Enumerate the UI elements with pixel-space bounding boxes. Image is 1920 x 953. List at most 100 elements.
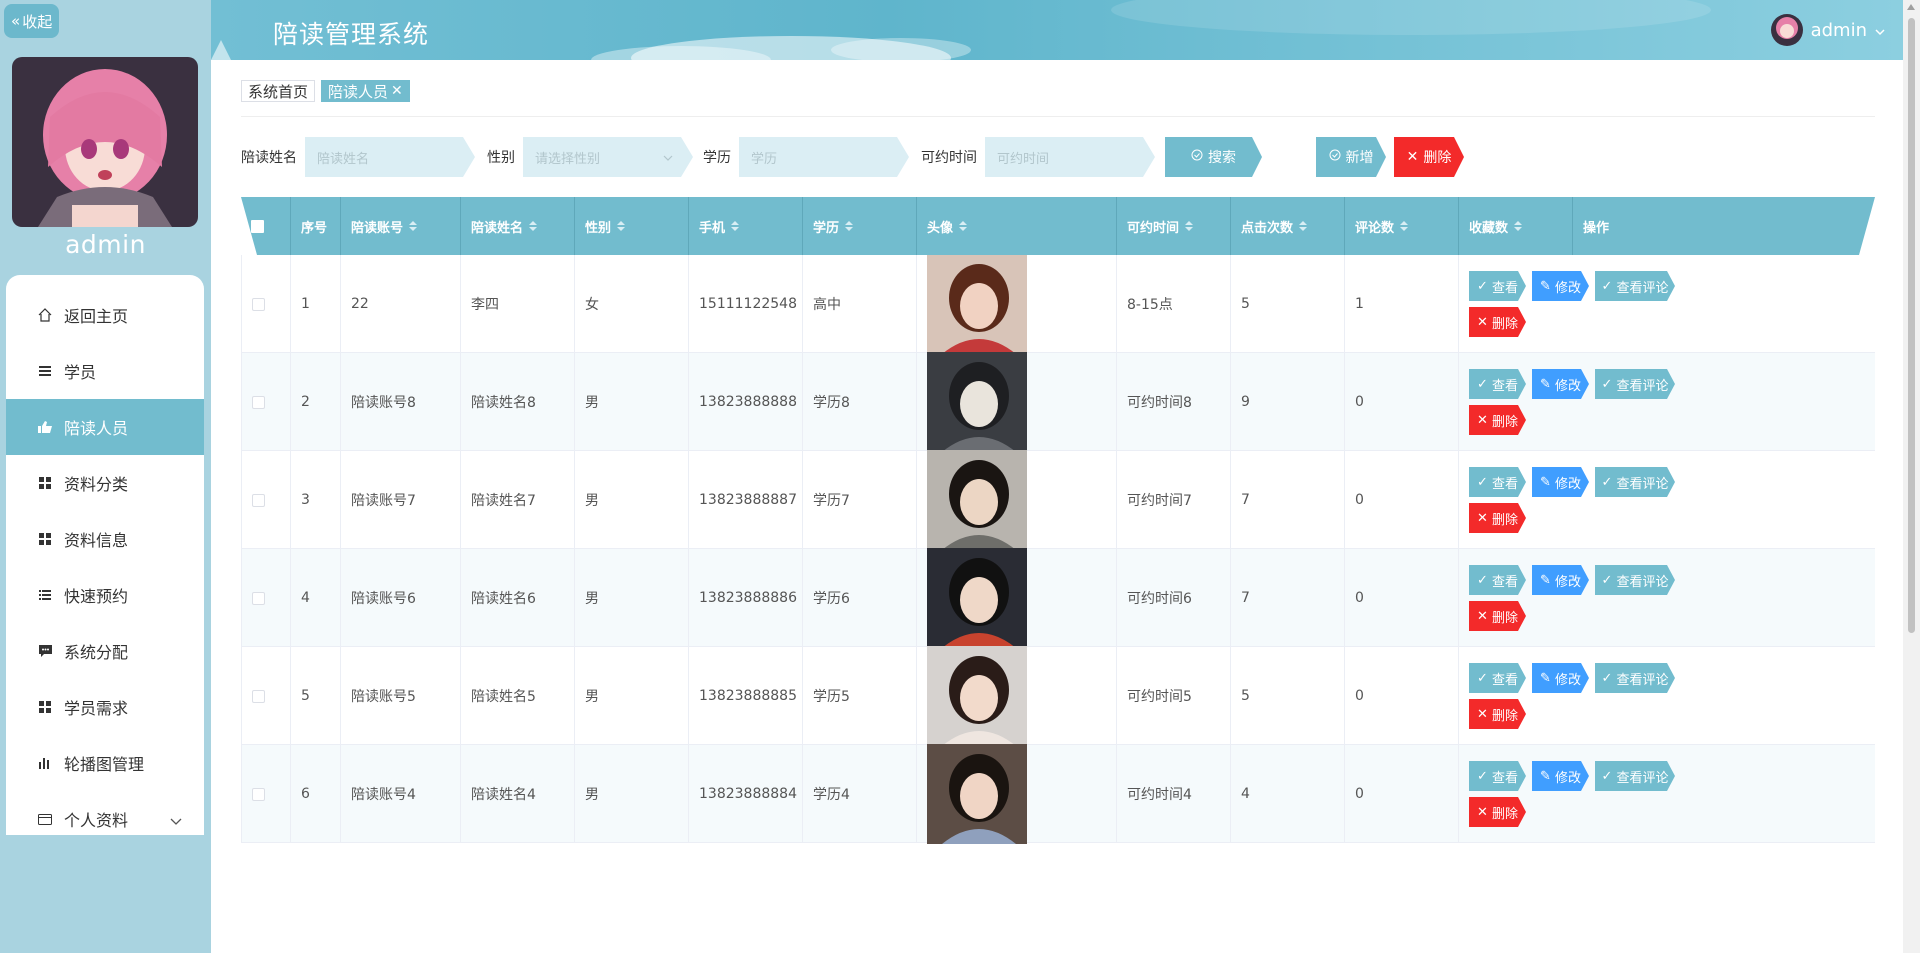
view-comments-button[interactable]: ✓ 查看评论 bbox=[1595, 761, 1675, 791]
row-checkbox[interactable] bbox=[252, 689, 265, 703]
sidebar-item-students[interactable]: 学员 bbox=[6, 343, 204, 399]
user-menu[interactable]: admin bbox=[1770, 14, 1885, 46]
col-header[interactable]: 性别 bbox=[575, 197, 689, 255]
cell-value: 可约时间4 bbox=[1127, 787, 1192, 803]
tag-home[interactable]: 系统首页 bbox=[241, 80, 316, 102]
sidebar-item-system-assign[interactable]: 系统分配 bbox=[6, 623, 204, 679]
delete-button[interactable]: ✕ 删除 bbox=[1469, 601, 1526, 631]
col-header[interactable]: 点击次数 bbox=[1231, 197, 1345, 255]
col-header[interactable]: 评论数 bbox=[1345, 197, 1459, 255]
delete-button[interactable]: ✕ 删除 bbox=[1469, 797, 1526, 827]
edit-button[interactable]: ✎ 修改 bbox=[1532, 271, 1589, 301]
sidebar-item-home[interactable]: 返回主页 bbox=[6, 287, 204, 343]
view-button[interactable]: ✓ 查看 bbox=[1469, 271, 1526, 301]
delete-button[interactable]: ✕ 删除 bbox=[1469, 503, 1526, 533]
view-button[interactable]: ✓ 查看 bbox=[1469, 565, 1526, 595]
sort-icon[interactable] bbox=[617, 221, 625, 231]
view-comments-button[interactable]: ✓ 查看评论 bbox=[1595, 271, 1675, 301]
sort-icon[interactable] bbox=[409, 221, 417, 231]
edit-icon: ✎ bbox=[1540, 376, 1551, 392]
col-header[interactable]: 收藏数 bbox=[1459, 197, 1573, 255]
col-header[interactable]: 陪读姓名 bbox=[461, 197, 575, 255]
cell-phone: 13823888884 bbox=[689, 745, 803, 843]
sidebar-item-companions[interactable]: 陪读人员 bbox=[6, 399, 204, 455]
edit-button[interactable]: ✎ 修改 bbox=[1532, 761, 1589, 791]
row-checkbox[interactable] bbox=[252, 395, 265, 409]
view-button[interactable]: ✓ 查看 bbox=[1469, 663, 1526, 693]
view-button[interactable]: ✓ 查看 bbox=[1469, 369, 1526, 399]
view-comments-button[interactable]: ✓ 查看评论 bbox=[1595, 467, 1675, 497]
view-comments-button[interactable]: ✓ 查看评论 bbox=[1595, 369, 1675, 399]
delete-button[interactable]: ✕ 删除 bbox=[1469, 699, 1526, 729]
edit-button[interactable]: ✎ 修改 bbox=[1532, 369, 1589, 399]
collapse-button[interactable]: « 收起 bbox=[4, 4, 60, 38]
cell-account: 22 bbox=[341, 255, 461, 353]
sort-icon[interactable] bbox=[959, 221, 967, 231]
view-button[interactable]: ✓ 查看 bbox=[1469, 761, 1526, 791]
scroll-up-arrow-icon[interactable] bbox=[1907, 4, 1915, 10]
action-label: 修改 bbox=[1554, 574, 1581, 590]
select-all-cell[interactable] bbox=[241, 197, 291, 255]
sidebar-item-quick-booking[interactable]: 快速预约 bbox=[6, 567, 204, 623]
search-button[interactable]: 搜索 bbox=[1165, 137, 1262, 177]
close-icon: ✕ bbox=[1477, 608, 1488, 624]
sort-icon[interactable] bbox=[731, 221, 739, 231]
delete-button[interactable]: ✕ 删除 bbox=[1469, 405, 1526, 435]
col-header-label: 操作 bbox=[1583, 220, 1610, 236]
edu-input[interactable]: 学历 bbox=[739, 137, 909, 177]
col-header[interactable]: 手机 bbox=[689, 197, 803, 255]
scroll-thumb[interactable] bbox=[1908, 18, 1915, 633]
sort-icon[interactable] bbox=[1514, 221, 1522, 231]
sidebar-item-material-info[interactable]: 资料信息 bbox=[6, 511, 204, 567]
cell-value: 陪读账号8 bbox=[351, 395, 416, 411]
col-header[interactable]: 头像 bbox=[917, 197, 1117, 255]
sidebar-item-carousel[interactable]: 轮播图管理 bbox=[6, 735, 204, 791]
sort-icon[interactable] bbox=[1299, 221, 1307, 231]
row-checkbox[interactable] bbox=[252, 493, 265, 507]
gender-label: 性别 bbox=[487, 150, 515, 166]
bulk-delete-button[interactable]: ✕ 删除 bbox=[1394, 137, 1464, 177]
sidebar-item-profile[interactable]: 个人资料 bbox=[6, 791, 204, 847]
sort-icon[interactable] bbox=[845, 221, 853, 231]
row-checkbox[interactable] bbox=[252, 787, 265, 801]
col-header[interactable]: 学历 bbox=[803, 197, 917, 255]
name-input[interactable]: 陪读姓名 bbox=[305, 137, 475, 177]
cell-value: 女 bbox=[585, 297, 599, 313]
sidebar-item-student-needs[interactable]: 学员需求 bbox=[6, 679, 204, 735]
col-header[interactable]: 陪读账号 bbox=[341, 197, 461, 255]
cell-phone: 13823888887 bbox=[689, 451, 803, 549]
select-all-checkbox[interactable] bbox=[251, 220, 264, 233]
view-button[interactable]: ✓ 查看 bbox=[1469, 467, 1526, 497]
companion-photo bbox=[927, 744, 1027, 844]
page-scrollbar[interactable] bbox=[1903, 0, 1920, 953]
sort-icon[interactable] bbox=[529, 221, 537, 231]
delete-button[interactable]: ✕ 删除 bbox=[1469, 307, 1526, 337]
actions-cell: ✓ 查看 ✎ 修改 ✓ 查看评论 ✕ 删除 bbox=[1459, 549, 1757, 647]
view-comments-button[interactable]: ✓ 查看评论 bbox=[1595, 565, 1675, 595]
cell-clicks: 4 bbox=[1231, 745, 1345, 843]
time-input[interactable]: 可约时间 bbox=[985, 137, 1155, 177]
table-row: 5 陪读账号5 陪读姓名5 男 13823888885 学历5 可约时间5 5 0 ✓ 查看 ✎ 修改 ✓… bbox=[241, 646, 1875, 746]
row-checkbox[interactable] bbox=[252, 297, 265, 311]
sidebar-item-material-category[interactable]: 资料分类 bbox=[6, 455, 204, 511]
check-icon: ✓ bbox=[1477, 376, 1488, 392]
actions-cell: ✓ 查看 ✎ 修改 ✓ 查看评论 ✕ 删除 bbox=[1459, 647, 1757, 745]
row-checkbox[interactable] bbox=[252, 591, 265, 605]
sort-icon[interactable] bbox=[1400, 221, 1408, 231]
edit-icon: ✎ bbox=[1540, 474, 1551, 490]
add-button[interactable]: 新增 bbox=[1316, 137, 1386, 177]
view-comments-button[interactable]: ✓ 查看评论 bbox=[1595, 663, 1675, 693]
cell-gender: 男 bbox=[575, 353, 689, 451]
sort-icon[interactable] bbox=[1185, 221, 1193, 231]
cell-account: 陪读账号6 bbox=[341, 549, 461, 647]
edit-button[interactable]: ✎ 修改 bbox=[1532, 663, 1589, 693]
col-header[interactable]: 可约时间 bbox=[1117, 197, 1231, 255]
close-icon[interactable]: ✕ bbox=[391, 83, 403, 99]
cell-value: 0 bbox=[1355, 786, 1364, 802]
edit-button[interactable]: ✎ 修改 bbox=[1532, 565, 1589, 595]
tag-companions[interactable]: 陪读人员 ✕ bbox=[321, 80, 410, 102]
gender-select[interactable]: 请选择性别 bbox=[523, 137, 693, 177]
edit-button[interactable]: ✎ 修改 bbox=[1532, 467, 1589, 497]
cell-idx: 5 bbox=[291, 647, 341, 745]
companion-photo bbox=[927, 646, 1027, 746]
